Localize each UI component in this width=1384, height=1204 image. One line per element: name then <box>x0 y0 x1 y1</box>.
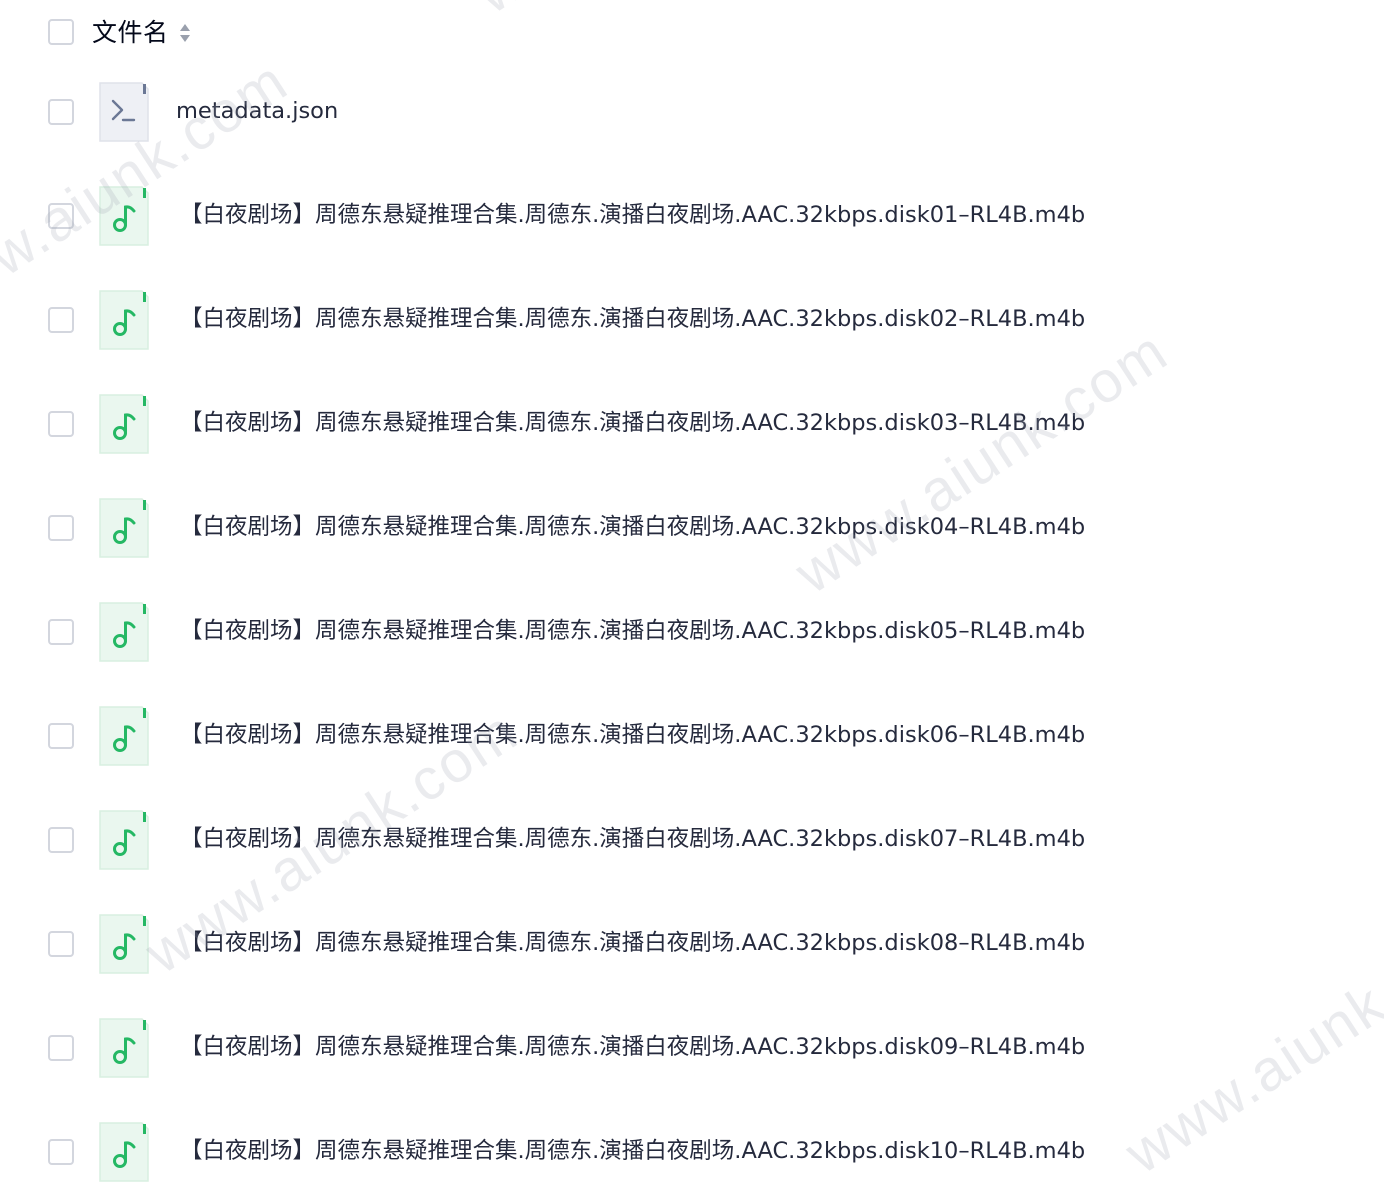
file-row[interactable]: 【白夜剧场】周德东悬疑推理合集.周德东.演播白夜剧场.AAC.32kbps.di… <box>0 684 1384 788</box>
file-row[interactable]: 【白夜剧场】周德东悬疑推理合集.周德东.演播白夜剧场.AAC.32kbps.di… <box>0 788 1384 892</box>
file-name[interactable]: 【白夜剧场】周德东悬疑推理合集.周德东.演播白夜剧场.AAC.32kbps.di… <box>180 1134 1085 1168</box>
file-name[interactable]: 【白夜剧场】周德东悬疑推理合集.周德东.演播白夜剧场.AAC.32kbps.di… <box>180 822 1085 856</box>
music-file-icon <box>99 810 149 870</box>
music-file-icon <box>99 498 149 558</box>
file-row-checkbox[interactable] <box>48 723 74 749</box>
file-row[interactable]: 【白夜剧场】周德东悬疑推理合集.周德东.演播白夜剧场.AAC.32kbps.di… <box>0 1100 1384 1204</box>
file-row-checkbox[interactable] <box>48 619 74 645</box>
file-row[interactable]: metadata.json <box>0 60 1384 164</box>
file-name[interactable]: metadata.json <box>176 94 338 128</box>
file-name[interactable]: 【白夜剧场】周德东悬疑推理合集.周德东.演播白夜剧场.AAC.32kbps.di… <box>180 926 1085 960</box>
file-row-checkbox[interactable] <box>48 1139 74 1165</box>
terminal-file-icon <box>99 82 149 142</box>
file-row-checkbox[interactable] <box>48 99 74 125</box>
music-file-icon <box>99 394 149 454</box>
file-row-checkbox[interactable] <box>48 203 74 229</box>
music-file-icon <box>99 914 149 974</box>
file-row[interactable]: 【白夜剧场】周德东悬疑推理合集.周德东.演播白夜剧场.AAC.32kbps.di… <box>0 892 1384 996</box>
file-name[interactable]: 【白夜剧场】周德东悬疑推理合集.周德东.演播白夜剧场.AAC.32kbps.di… <box>180 302 1085 336</box>
file-name[interactable]: 【白夜剧场】周德东悬疑推理合集.周德东.演播白夜剧场.AAC.32kbps.di… <box>180 614 1085 648</box>
file-name[interactable]: 【白夜剧场】周德东悬疑推理合集.周德东.演播白夜剧场.AAC.32kbps.di… <box>180 1030 1085 1064</box>
music-file-icon <box>99 186 149 246</box>
file-name[interactable]: 【白夜剧场】周德东悬疑推理合集.周德东.演播白夜剧场.AAC.32kbps.di… <box>180 198 1085 232</box>
file-row-checkbox[interactable] <box>48 1035 74 1061</box>
file-row[interactable]: 【白夜剧场】周德东悬疑推理合集.周德东.演播白夜剧场.AAC.32kbps.di… <box>0 372 1384 476</box>
filename-column-header[interactable]: 文件名 <box>92 16 169 50</box>
file-row-checkbox[interactable] <box>48 515 74 541</box>
file-name[interactable]: 【白夜剧场】周德东悬疑推理合集.周德东.演播白夜剧场.AAC.32kbps.di… <box>180 406 1085 440</box>
file-row[interactable]: 【白夜剧场】周德东悬疑推理合集.周德东.演播白夜剧场.AAC.32kbps.di… <box>0 996 1384 1100</box>
music-file-icon <box>99 1122 149 1182</box>
file-row-checkbox[interactable] <box>48 827 74 853</box>
file-list-header: 文件名 <box>0 0 1384 66</box>
file-row-checkbox[interactable] <box>48 931 74 957</box>
music-file-icon <box>99 290 149 350</box>
file-row[interactable]: 【白夜剧场】周德东悬疑推理合集.周德东.演播白夜剧场.AAC.32kbps.di… <box>0 580 1384 684</box>
music-file-icon <box>99 602 149 662</box>
file-name[interactable]: 【白夜剧场】周德东悬疑推理合集.周德东.演播白夜剧场.AAC.32kbps.di… <box>180 510 1085 544</box>
file-row-checkbox[interactable] <box>48 307 74 333</box>
sort-icon[interactable] <box>178 21 192 45</box>
file-row[interactable]: 【白夜剧场】周德东悬疑推理合集.周德东.演播白夜剧场.AAC.32kbps.di… <box>0 164 1384 268</box>
music-file-icon <box>99 1018 149 1078</box>
file-row[interactable]: 【白夜剧场】周德东悬疑推理合集.周德东.演播白夜剧场.AAC.32kbps.di… <box>0 476 1384 580</box>
file-name[interactable]: 【白夜剧场】周德东悬疑推理合集.周德东.演播白夜剧场.AAC.32kbps.di… <box>180 718 1085 752</box>
select-all-checkbox[interactable] <box>48 19 74 45</box>
file-row-checkbox[interactable] <box>48 411 74 437</box>
music-file-icon <box>99 706 149 766</box>
file-row[interactable]: 【白夜剧场】周德东悬疑推理合集.周德东.演播白夜剧场.AAC.32kbps.di… <box>0 268 1384 372</box>
